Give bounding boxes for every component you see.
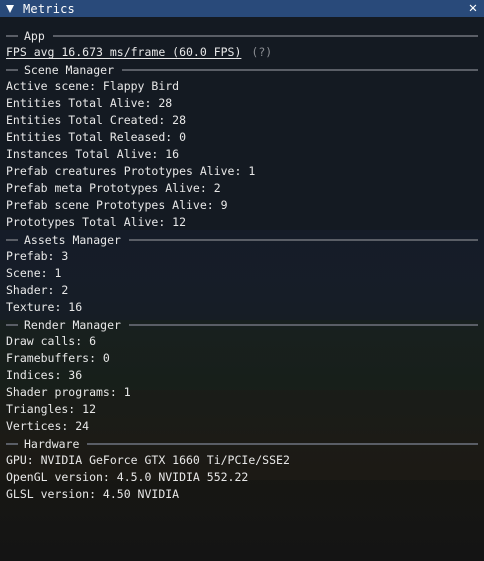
stat-row: Draw calls: 6	[6, 334, 97, 348]
window-titlebar[interactable]: Metrics ✕	[0, 0, 484, 17]
triangle-down-icon[interactable]	[6, 4, 14, 13]
separator-line	[128, 323, 478, 326]
metrics-content: App FPS avg 16.673 ms/frame (60.0 FPS) (?…	[6, 27, 478, 503]
stat-row: Instances Total Alive: 16	[6, 147, 180, 161]
help-marker[interactable]: (?)	[251, 45, 272, 59]
section-label: Assets Manager	[24, 232, 121, 247]
close-icon[interactable]: ✕	[466, 1, 480, 15]
section-header-assets-manager: Assets Manager	[6, 231, 478, 248]
stat-row: Shader programs: 1	[6, 385, 131, 399]
metrics-window: Metrics ✕ App FPS avg 16.673 ms/frame (6…	[0, 0, 484, 561]
stat-row: Entities Total Released: 0	[6, 130, 187, 144]
stat-row: Vertices: 24	[6, 419, 90, 433]
stat-row: Prefab: 3	[6, 249, 69, 263]
separator-line	[6, 34, 18, 37]
stat-row: Texture: 16	[6, 300, 83, 314]
separator-line	[6, 442, 18, 445]
stat-row: Prefab creatures Prototypes Alive: 1	[6, 164, 256, 178]
stat-row: GPU: NVIDIA GeForce GTX 1660 Ti/PCIe/SSE…	[6, 453, 290, 467]
section-header-scene-manager: Scene Manager	[6, 61, 478, 78]
stat-row: Triangles: 12	[6, 402, 97, 416]
stat-row: Entities Total Alive: 28	[6, 96, 173, 110]
stat-row: Framebuffers: 0	[6, 351, 110, 365]
stat-row: Indices: 36	[6, 368, 83, 382]
separator-line	[128, 238, 478, 241]
stat-row: Prototypes Total Alive: 12	[6, 215, 187, 229]
separator-line	[6, 323, 18, 326]
stat-row: GLSL version: 4.50 NVIDIA	[6, 487, 180, 501]
fps-row: FPS avg 16.673 ms/frame (60.0 FPS) (?)	[6, 44, 478, 61]
window-title: Metrics	[23, 1, 75, 16]
stat-row: Active scene: Flappy Bird	[6, 79, 180, 93]
stat-row: OpenGL version: 4.5.0 NVIDIA 552.22	[6, 470, 249, 484]
section-label: Scene Manager	[24, 62, 115, 77]
stat-row: Entities Total Created: 28	[6, 113, 187, 127]
stat-row: Scene: 1	[6, 266, 62, 280]
section-label: App	[24, 28, 45, 43]
stat-row: Prefab meta Prototypes Alive: 2	[6, 181, 221, 195]
separator-line	[6, 68, 18, 71]
stat-row: Shader: 2	[6, 283, 69, 297]
separator-line	[122, 68, 478, 71]
separator-line	[87, 442, 478, 445]
section-label: Render Manager	[24, 317, 121, 332]
section-label: Hardware	[24, 436, 80, 451]
separator-line	[6, 238, 18, 241]
section-header-app: App	[6, 27, 478, 44]
section-header-hardware: Hardware	[6, 435, 478, 452]
fps-readout[interactable]: FPS avg 16.673 ms/frame (60.0 FPS)	[6, 45, 241, 59]
separator-line	[52, 34, 478, 37]
stat-row: Prefab scene Prototypes Alive: 9	[6, 198, 228, 212]
section-header-render-manager: Render Manager	[6, 316, 478, 333]
